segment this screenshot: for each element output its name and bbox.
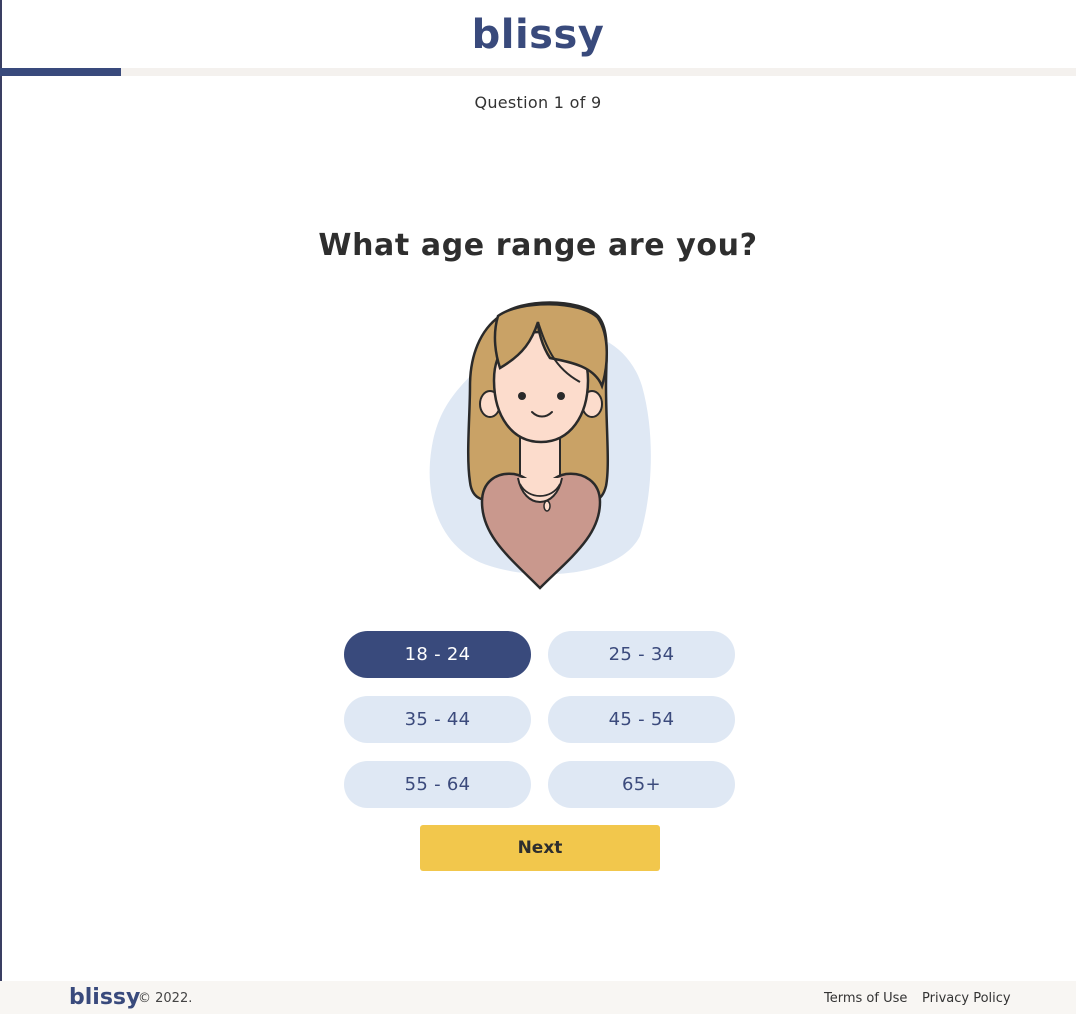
next-button[interactable]: Next (420, 825, 660, 871)
quiz-page: blissy Question 1 of 9 What age range ar… (0, 0, 1076, 1014)
terms-of-use-link[interactable]: Terms of Use (824, 991, 907, 1006)
woman-avatar-icon (429, 301, 651, 590)
option-age-55-64[interactable]: 55 - 64 (344, 761, 531, 808)
option-age-25-34[interactable]: 25 - 34 (548, 631, 735, 678)
question-counter: Question 1 of 9 (474, 93, 602, 112)
window-edge (0, 0, 2, 1014)
brand-logo[interactable]: blissy (0, 9, 1076, 61)
option-age-35-44[interactable]: 35 - 44 (344, 696, 531, 743)
footer-copyright: © 2022. (138, 991, 193, 1006)
progress-bar (0, 68, 1076, 76)
option-age-45-54[interactable]: 45 - 54 (548, 696, 735, 743)
footer: blissy © 2022. Terms of Use Privacy Poli… (0, 981, 1076, 1014)
option-age-18-24[interactable]: 18 - 24 (344, 631, 531, 678)
option-age-65-plus[interactable]: 65+ (548, 761, 735, 808)
progress-bar-fill (0, 68, 121, 76)
privacy-policy-link[interactable]: Privacy Policy (922, 991, 1011, 1006)
header: blissy (0, 0, 1076, 68)
question-title: What age range are you? (318, 228, 758, 263)
footer-logo[interactable]: blissy (69, 984, 140, 1012)
